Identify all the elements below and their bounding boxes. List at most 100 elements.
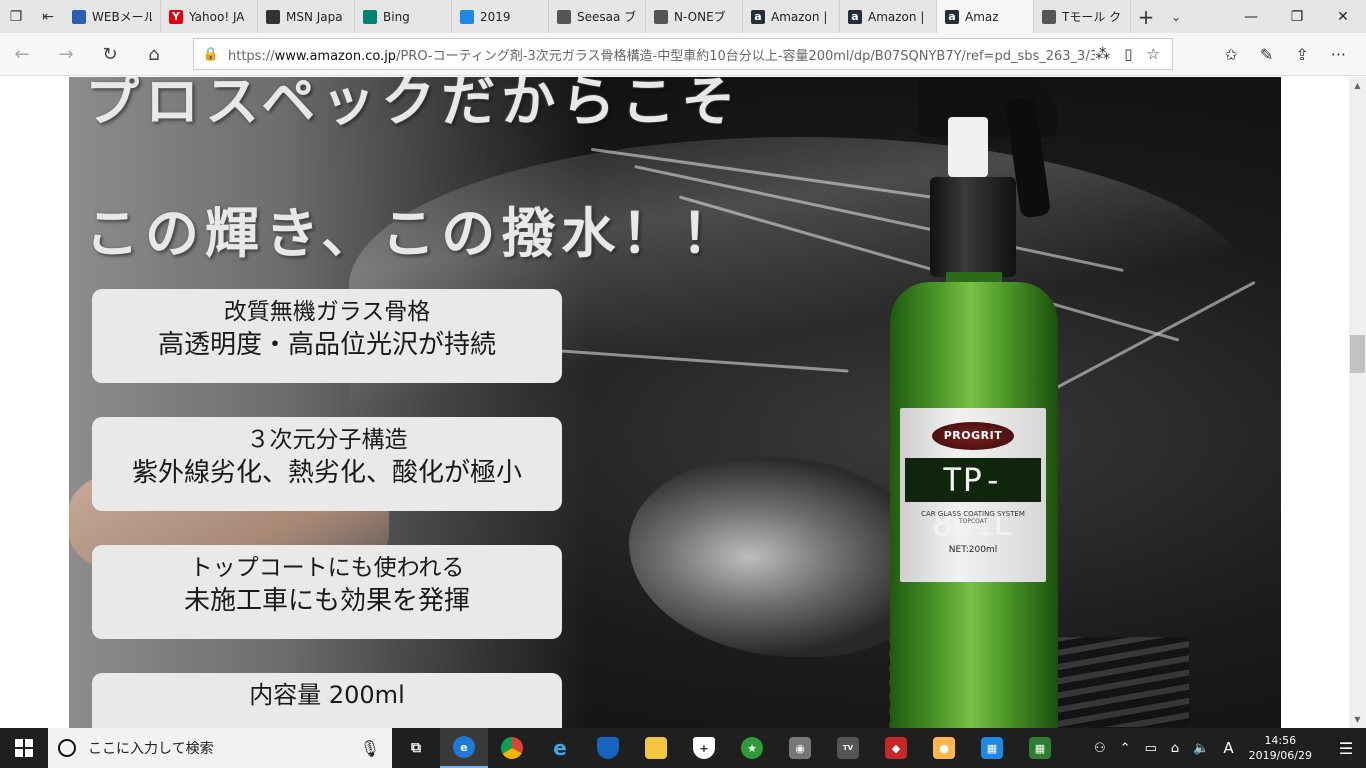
browser-tab[interactable]: Seesaa ブ <box>549 0 646 33</box>
browser-tab[interactable]: MSN Japa <box>258 0 355 33</box>
page-content: プロスペックだからこそ この輝き、この撥水！！ 改質無機ガラス骨格 高透明度・高… <box>0 77 1366 728</box>
browser-tab[interactable]: N-ONEブ <box>646 0 743 33</box>
ime-indicator[interactable]: A <box>1223 739 1233 757</box>
clock[interactable]: 14:56 2019/06/29 <box>1249 733 1312 763</box>
windows-taskbar: ここに入力して検索 🎙 ⧉ e e + ★ ◉ TV ◆ ● ▦ ▦ ⚇ ⌃ ▭… <box>0 728 1366 768</box>
bottle-label: PROGRIT TP-801L CAR GLASS COATING SYSTEM… <box>900 408 1046 582</box>
amazon-icon: a <box>848 9 862 24</box>
windows-logo-icon <box>15 739 33 757</box>
model-number: TP-801L <box>905 458 1041 543</box>
reading-view-icon[interactable]: ▯ <box>1124 45 1132 63</box>
bing-icon <box>363 9 377 24</box>
back-button[interactable]: ← <box>0 33 44 76</box>
tab-label: N-ONEブ <box>674 10 726 24</box>
tab-label: Tモール ク <box>1062 10 1122 24</box>
label-subtitle-2: TOPCOAT <box>958 518 988 525</box>
battery-icon[interactable]: ▭ <box>1145 741 1157 756</box>
navigation-bar: ← → ↻ ⌂ 🔒 https://www.amazon.co.jp/PRO-コ… <box>0 33 1366 76</box>
home-button[interactable]: ⌂ <box>132 33 176 76</box>
file-explorer-icon[interactable] <box>632 728 680 768</box>
browser-tab[interactable]: 2019 <box>452 0 549 33</box>
page-icon <box>460 9 474 24</box>
browser-tab[interactable]: a Amazon | <box>840 0 937 33</box>
scroll-down-icon[interactable]: ▼ <box>1349 711 1366 728</box>
green-grid-app-icon[interactable]: ▦ <box>1016 728 1064 768</box>
tab-manager-icon[interactable]: ❐ <box>0 0 32 33</box>
defender-shield-icon[interactable] <box>584 728 632 768</box>
product-bottle: PROGRIT TP-801L CAR GLASS COATING SYSTEM… <box>888 77 1060 728</box>
browser-tab[interactable]: Tモール ク <box>1034 0 1131 33</box>
internet-explorer-icon[interactable]: e <box>536 728 584 768</box>
scrollbar-thumb[interactable] <box>1350 335 1365 373</box>
msn-icon <box>266 9 280 24</box>
tab-label: WEBメール <box>92 10 152 24</box>
speaker-app-icon[interactable]: ◉ <box>776 728 824 768</box>
volume-label: 内容量 200ml <box>249 681 405 709</box>
feature-title: トップコートにも使われる <box>189 555 465 581</box>
translate-icon[interactable]: ⁂ <box>1095 45 1110 63</box>
new-tab-button[interactable]: + <box>1131 0 1161 33</box>
blue-app-icon[interactable]: ▦ <box>968 728 1016 768</box>
tab-label: Bing <box>383 9 410 24</box>
feature-detail: 未施工車にも効果を発揮 <box>183 586 470 617</box>
red-app-icon[interactable]: ◆ <box>872 728 920 768</box>
paint-app-icon[interactable]: ● <box>920 728 968 768</box>
volume-icon[interactable]: 🔈 <box>1193 741 1209 756</box>
net-volume: NET:200ml <box>948 545 998 555</box>
browser-tab[interactable]: WEBメール <box>64 0 161 33</box>
product-image[interactable]: プロスペックだからこそ この輝き、この撥水！！ 改質無機ガラス骨格 高透明度・高… <box>69 77 1281 728</box>
close-window-button[interactable]: ✕ <box>1320 0 1366 33</box>
system-tray: ⚇ ⌃ ▭ ⌂ 🔈 A 14:56 2019/06/29 ☰ <box>1087 728 1366 768</box>
more-menu-icon[interactable]: ··· <box>1331 45 1346 64</box>
url-text[interactable]: https://www.amazon.co.jp/PRO-コーティング剤-3次元… <box>228 45 1095 64</box>
headline-line-2: この輝き、この撥水！！ <box>85 202 742 265</box>
address-bar[interactable]: 🔒 https://www.amazon.co.jp/PRO-コーティング剤-3… <box>193 38 1173 70</box>
security-shield-icon[interactable]: + <box>680 728 728 768</box>
show-hidden-icons-chevron-icon[interactable]: ⌃ <box>1120 741 1131 756</box>
refresh-button[interactable]: ↻ <box>88 33 132 76</box>
amazon-icon: a <box>945 9 959 24</box>
tab-label: Amaz <box>965 9 999 24</box>
favorite-star-icon[interactable]: ☆ <box>1147 45 1160 63</box>
set-tabs-aside-icon[interactable]: ⇤ <box>32 0 64 33</box>
browser-tab[interactable]: Y Yahoo! JA <box>161 0 258 33</box>
mail-icon <box>72 9 86 24</box>
chrome-taskbar-icon[interactable] <box>488 728 536 768</box>
microphone-icon[interactable]: 🎙 <box>360 739 380 758</box>
browser-tab[interactable]: a Amazon | <box>743 0 840 33</box>
green-app-icon[interactable]: ★ <box>728 728 776 768</box>
clock-date: 2019/06/29 <box>1248 749 1312 762</box>
forward-button[interactable]: → <box>44 33 88 76</box>
tab-bar: ❐ ⇤ WEBメール Y Yahoo! JA MSN Japa Bing 2019 Sees… <box>0 0 1366 33</box>
task-view-icon[interactable]: ⧉ <box>392 728 440 768</box>
edge-taskbar-icon[interactable]: e <box>440 728 488 768</box>
headline-line-1: プロスペックだからこそ <box>85 77 742 133</box>
lock-icon[interactable]: 🔒 <box>194 47 228 62</box>
browser-tab[interactable]: Bing <box>355 0 452 33</box>
clock-time: 14:56 <box>1264 734 1297 747</box>
start-button[interactable] <box>0 728 48 768</box>
tab-label: Amazon | <box>868 9 925 24</box>
taskbar-search-box[interactable]: ここに入力して検索 🎙 <box>48 728 392 768</box>
feature-card: トップコートにも使われる 未施工車にも効果を発揮 <box>92 545 562 639</box>
tab-preview-chevron-icon[interactable]: ⌄ <box>1161 0 1191 33</box>
favorites-hub-icon[interactable]: ✩ <box>1225 45 1238 64</box>
feature-title: 改質無機ガラス骨格 <box>223 299 431 325</box>
feature-title: ３次元分子構造 <box>246 427 408 453</box>
action-center-icon[interactable]: ☰ <box>1326 739 1366 758</box>
restore-button[interactable]: ❐ <box>1274 0 1320 33</box>
amazon-icon: a <box>751 9 765 24</box>
tv-app-icon[interactable]: TV <box>824 728 872 768</box>
vertical-scrollbar[interactable]: ▲ ▼ <box>1349 77 1366 728</box>
tab-label: MSN Japa <box>286 9 343 24</box>
tab-label: Yahoo! JA <box>189 9 245 24</box>
cortana-icon <box>58 739 76 757</box>
share-icon[interactable]: ⇪ <box>1295 45 1308 64</box>
minimize-button[interactable]: — <box>1228 0 1274 33</box>
scroll-up-icon[interactable]: ▲ <box>1349 77 1366 94</box>
page-icon <box>1042 9 1056 24</box>
people-icon[interactable]: ⚇ <box>1094 741 1106 756</box>
network-icon[interactable]: ⌂ <box>1171 741 1179 756</box>
browser-tab[interactable]: a Amaz <box>937 0 1034 33</box>
web-note-icon[interactable]: ✎ <box>1260 45 1273 64</box>
